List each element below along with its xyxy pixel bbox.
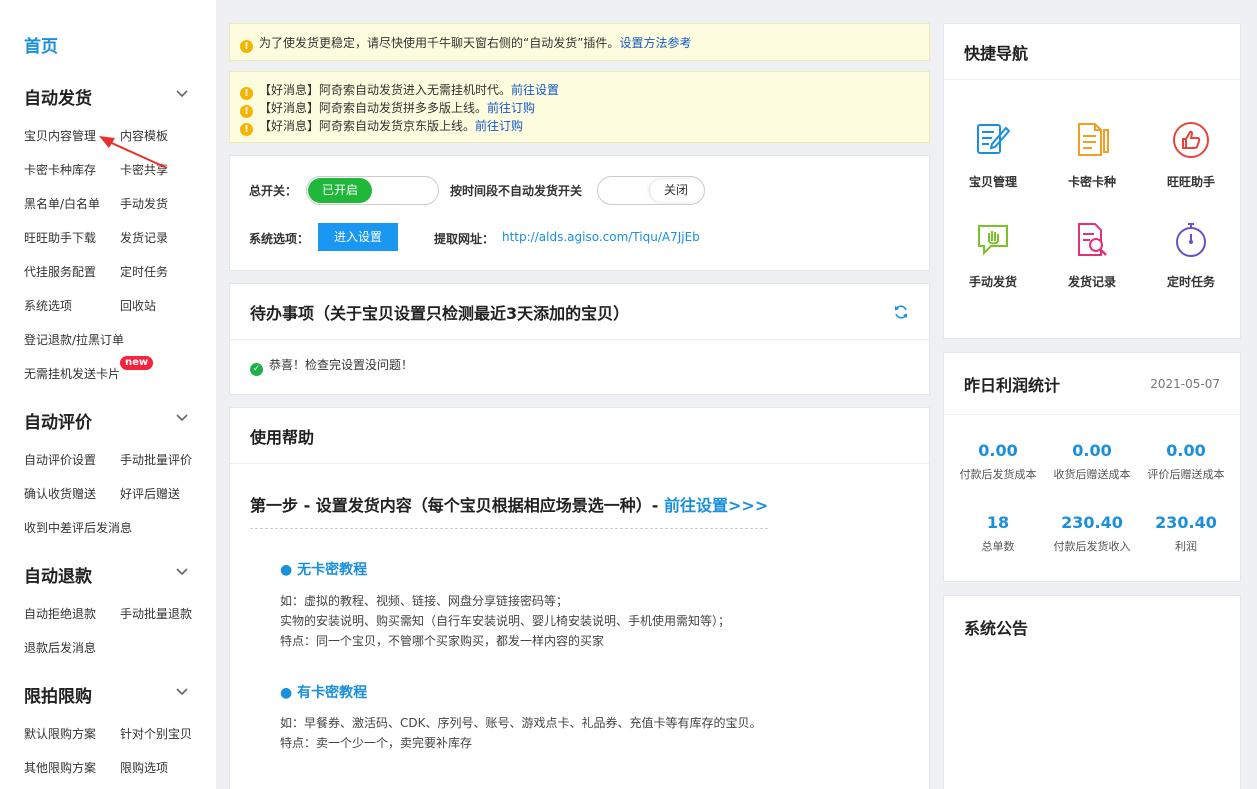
sidebar-item-refund-register[interactable]: 登记退款/拉黑订单 [24,331,124,348]
goto-settings-link[interactable]: 前往设置 [511,83,559,97]
profit-stats-card: 昨日利润统计 2021-05-07 0.00 付款后发货成本 0.00 收货后赠送成… [943,352,1241,582]
sidebar-item-batch-review[interactable]: 手动批量评价 [120,451,192,468]
schedule-switch-label: 按时间段不自动发货开关 [450,184,583,198]
todo-message: 恭喜！检查完设置没问题！ [269,358,414,372]
sidebar-item-wangwang-download[interactable]: 旺旺助手下载 [24,229,96,246]
card-document-icon [1078,123,1109,156]
profit-title: 昨日利润统计 [964,375,1061,395]
sidebar-item-other-limit[interactable]: 其他限购方案 [24,759,96,776]
sidebar-item-good-review-gift[interactable]: 好评后赠送 [120,485,180,502]
stat-profit: 230.40 利润 [1155,513,1217,553]
quick-nav-product-management[interactable]: 宝贝管理 [948,120,1038,190]
quick-nav-card: 快捷导航 宝贝管理 卡密卡种 旺旺助手 手动发货 发货记录 定时任务 [943,23,1241,339]
chevron-down-icon[interactable] [176,412,188,424]
stat-pay-ship-cost: 0.00 付款后发货成本 [959,441,1037,481]
chevron-down-icon[interactable] [176,686,188,698]
quick-nav-scheduled-tasks[interactable]: 定时任务 [1146,220,1236,290]
chevron-down-icon[interactable] [176,566,188,578]
todo-title: 待办事项（关于宝贝设置只检测最近3天添加的宝贝） [250,303,630,323]
sidebar-item-specific-product[interactable]: 针对个别宝贝 [120,725,192,742]
sidebar-home-link[interactable]: 首页 [24,32,58,57]
announcement-title: 系统公告 [964,619,1029,638]
sidebar-item-limit-options[interactable]: 限购选项 [120,759,168,776]
extract-url-link[interactable]: http://alds.agiso.com/Tiqu/A7JjEb [502,230,700,244]
sidebar-item-product-content[interactable]: 宝贝内容管理 [24,127,96,144]
schedule-switch-state: 关闭 [650,179,702,202]
goto-subscribe-jd-link[interactable]: 前往订购 [475,119,523,133]
enter-settings-button[interactable]: 进入设置 [318,223,398,251]
schedule-switch-toggle[interactable]: 关闭 [597,176,705,205]
warning-icon: ! [240,123,253,136]
sidebar-item-card-stock[interactable]: 卡密卡种库存 [24,161,96,178]
check-circle-icon: ✓ [250,363,263,376]
tutorial-no-card-link[interactable]: ● 无卡密教程 [280,559,367,579]
sidebar-section-auto-review[interactable]: 自动评价 [24,408,92,433]
stat-review-gift-cost: 0.00 评价后赠送成本 [1147,441,1225,481]
sidebar-item-refund-message[interactable]: 退款后发消息 [24,639,96,656]
master-switch-toggle[interactable]: 已开启 [306,176,439,205]
quick-nav-ship-records[interactable]: 发货记录 [1047,220,1137,290]
setup-reference-link[interactable]: 设置方法参考 [619,36,691,50]
sidebar-item-bad-review-message[interactable]: 收到中差评后发消息 [24,519,132,536]
stopwatch-icon [1176,223,1206,257]
chevron-down-icon[interactable] [176,88,188,100]
system-options-label: 系统选项： [249,232,310,246]
step1-goto-settings-link[interactable]: 前往设置>>> [664,496,768,515]
sidebar: 首页 自动发货 宝贝内容管理 内容模板 卡密卡种库存 卡密共享 黑名单/白名单 … [0,0,216,789]
extract-url-label: 提取网址： [434,232,495,246]
profit-date: 2021-05-07 [1150,376,1220,391]
announcement-card: 系统公告 [943,595,1241,789]
sidebar-item-batch-refund[interactable]: 手动批量退款 [120,605,192,622]
quick-nav-wangwang[interactable]: 旺旺助手 [1146,120,1236,190]
red-arrow-annotation-icon [99,136,168,169]
quick-nav-manual-ship[interactable]: 手动发货 [948,220,1038,290]
thumbs-up-icon [1173,122,1209,158]
sidebar-section-purchase-limit[interactable]: 限拍限购 [24,682,92,707]
stat-pay-ship-income: 230.40 付款后发货收入 [1053,513,1131,553]
sidebar-item-hosting-config[interactable]: 代挂服务配置 [24,263,96,280]
sidebar-item-auto-reject-refund[interactable]: 自动拒绝退款 [24,605,96,622]
quick-nav-title: 快捷导航 [964,43,1029,63]
edit-document-icon [977,124,1011,154]
new-badge: new [120,356,154,370]
sidebar-item-scheduled-tasks[interactable]: 定时任务 [120,263,168,280]
warning-icon: ! [240,40,253,53]
sidebar-item-system-options[interactable]: 系统选项 [24,297,72,314]
tutorial-no-card-desc: 如：虚拟的教程、视频、链接、网盘分享链接密码等； 实物的安装说明、购买需知（自行… [280,594,731,648]
sidebar-item-default-limit[interactable]: 默认限购方案 [24,725,96,742]
refresh-icon[interactable] [893,304,909,320]
sidebar-section-auto-ship[interactable]: 自动发货 [24,84,92,109]
search-document-icon [1078,223,1107,256]
hand-bubble-icon [978,225,1008,256]
stat-total-orders: 18 总单数 [981,513,1015,553]
sidebar-section-auto-refund[interactable]: 自动退款 [24,562,92,587]
sidebar-item-ship-records[interactable]: 发货记录 [120,229,168,246]
notice-plugin: ! 为了使发货更稳定，请尽快使用千牛聊天窗右侧的“自动发货”插件。设置方法参考 [229,23,930,61]
sidebar-item-auto-review-settings[interactable]: 自动评价设置 [24,451,96,468]
help-card: 使用帮助 第一步 - 设置发货内容（每个宝贝根据相应场景选一种）- 前往设置>>… [229,407,930,789]
tutorial-with-card-link[interactable]: ● 有卡密教程 [280,682,367,702]
master-switch-state: 已开启 [308,178,372,203]
sidebar-item-manual-ship[interactable]: 手动发货 [120,195,168,212]
notice-good-news: ! 【好消息】阿奇索自动发货进入无需挂机时代。前往设置 ! 【好消息】阿奇索自动发货… [229,71,930,143]
todo-card: 待办事项（关于宝贝设置只检测最近3天添加的宝贝） ✓ 恭喜！检查完设置没问题！ [229,283,930,395]
master-switch-label: 总开关： [249,184,298,198]
step1-heading: 第一步 - 设置发货内容（每个宝贝根据相应场景选一种）- 前往设置>>> [250,492,769,529]
quick-nav-card-types[interactable]: 卡密卡种 [1047,120,1137,190]
settings-card [229,155,930,271]
sidebar-item-blacklist[interactable]: 黑名单/白名单 [24,195,100,212]
help-title: 使用帮助 [250,427,315,447]
sidebar-item-confirm-receipt-gift[interactable]: 确认收货赠送 [24,485,96,502]
stat-receipt-gift-cost: 0.00 收货后赠送成本 [1053,441,1131,481]
sidebar-item-recycle-bin[interactable]: 回收站 [120,297,156,314]
tutorial-with-card-desc: 如：早餐券、激活码、CDK、序列号、账号、游戏点卡、礼品券、充值卡等有库存的宝贝… [280,716,762,750]
goto-subscribe-pdd-link[interactable]: 前往订购 [487,101,535,115]
sidebar-item-no-hosting-card[interactable]: 无需挂机发送卡片 [24,365,120,382]
